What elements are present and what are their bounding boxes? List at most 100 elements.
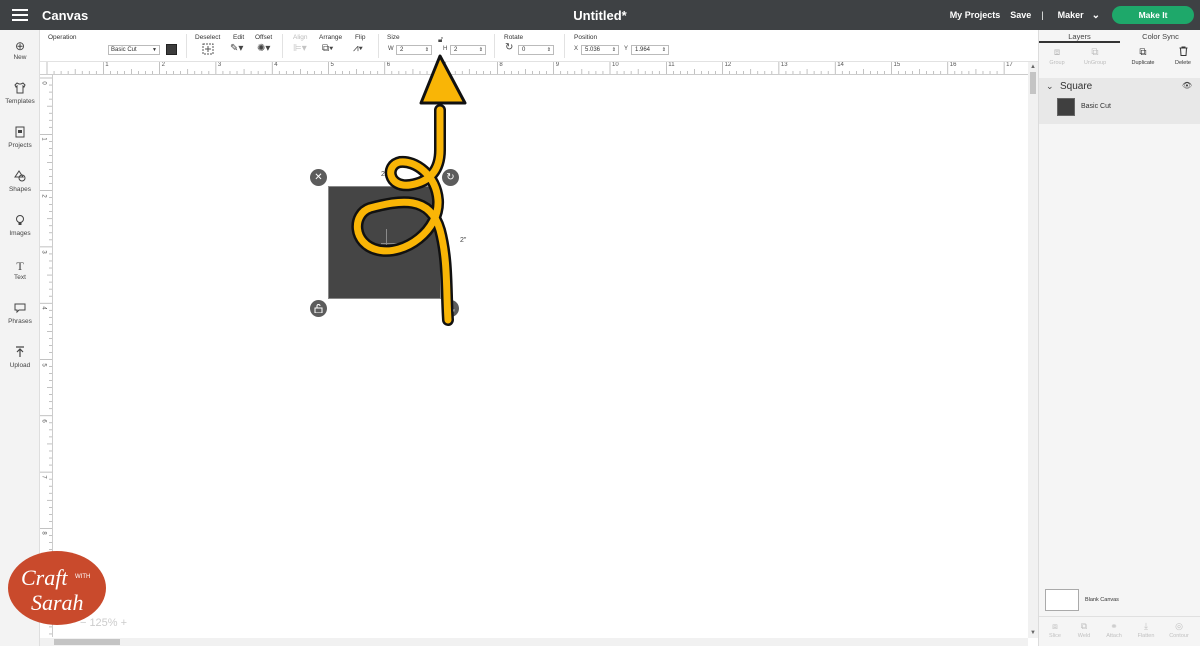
shape-width-label: 2" <box>381 171 388 178</box>
tab-layers[interactable]: Layers <box>1039 30 1120 43</box>
scroll-up-icon[interactable]: ▲ <box>1030 64 1036 70</box>
hamburger-menu-icon[interactable] <box>0 0 40 30</box>
weld-icon: ⧉ <box>1080 621 1088 631</box>
ruler-number: 13 <box>780 62 788 68</box>
divider: | <box>1041 10 1044 20</box>
edit-toolbar: Operation Basic Cut ▼ Deselect Edit ✎▾ O… <box>40 30 1038 62</box>
slice-button[interactable]: ⧈ Slice <box>1041 621 1069 639</box>
save-button[interactable]: Save <box>1010 10 1031 20</box>
weld-button[interactable]: ⧉ Weld <box>1070 621 1098 639</box>
eye-icon[interactable]: 👁︎ <box>1182 81 1192 90</box>
height-value: 2 <box>454 47 458 53</box>
width-input[interactable]: 2 ⇕ <box>396 45 432 55</box>
blank-canvas-row[interactable]: Blank Canvas <box>1039 586 1200 614</box>
ruler-number: 5 <box>40 362 47 367</box>
attach-button[interactable]: ⚭ Attach <box>1100 621 1128 639</box>
ruler-number: 16 <box>949 62 957 68</box>
vertical-scrollbar[interactable]: ▲ ▼ <box>1028 62 1038 638</box>
rotate-handle-icon[interactable]: ↻ <box>442 169 459 186</box>
operation-select[interactable]: Basic Cut ▼ <box>108 45 160 55</box>
operation-value: Basic Cut <box>111 47 137 53</box>
tool-label: Shapes <box>8 186 32 193</box>
bottom-action-label: Attach <box>1106 633 1122 639</box>
operation-label: Operation <box>48 34 77 41</box>
ruler-number: 0 <box>40 81 47 85</box>
machine-selector[interactable]: Maker ⌄ <box>1058 10 1100 21</box>
delete-handle-icon[interactable]: ✕ <box>310 169 327 186</box>
duplicate-button[interactable]: ⧉ Duplicate <box>1127 46 1159 66</box>
ruler-number: 6 <box>40 419 47 423</box>
scroll-thumb[interactable] <box>54 639 120 645</box>
cricut-design-space-app: Canvas Untitled* My Projects Save | Make… <box>0 0 1200 646</box>
duplicate-icon: ⧉ <box>1139 47 1147 58</box>
align-icon[interactable]: ⊫▾ <box>293 43 307 54</box>
contour-button[interactable]: ◎ Contour <box>1165 621 1193 639</box>
action-label: UnGroup <box>1083 60 1107 66</box>
x-position-input[interactable]: 5.036 ⇕ <box>581 45 619 55</box>
horizontal-scrollbar[interactable] <box>40 638 1028 646</box>
tool-projects[interactable]: Projects <box>0 126 40 149</box>
slice-icon: ⧈ <box>1052 621 1058 631</box>
scroll-down-icon[interactable]: ▼ <box>1030 630 1036 636</box>
tool-upload[interactable]: Upload <box>0 346 40 369</box>
square-shape[interactable] <box>328 186 441 299</box>
color-swatch[interactable] <box>166 44 177 55</box>
machine-name: Maker <box>1057 10 1084 20</box>
tool-templates[interactable]: Templates <box>0 82 40 105</box>
ruler-number: 9 <box>555 62 560 68</box>
height-prefix: H <box>443 46 448 52</box>
tool-text[interactable]: T Text <box>0 258 40 281</box>
unlock-handle-icon[interactable] <box>310 300 327 317</box>
rotate-input[interactable]: 0 ⇕ <box>518 45 554 55</box>
bottom-action-label: Flatten <box>1137 633 1155 639</box>
make-it-button[interactable]: Make It <box>1112 6 1194 24</box>
my-projects-link[interactable]: My Projects <box>950 10 1001 20</box>
ruler-number: 7 <box>40 475 47 479</box>
layer-group-square[interactable]: ⌄ Square 👁︎ Basic Cut <box>1039 78 1200 124</box>
design-canvas[interactable] <box>54 76 1028 636</box>
deselect-label: Deselect <box>195 34 221 41</box>
layer-item-label: Basic Cut <box>1081 103 1111 110</box>
caret-down-icon: ▼ <box>152 47 157 53</box>
resize-handle-icon[interactable]: ⤡ <box>442 300 459 317</box>
app-title: Canvas <box>42 7 89 23</box>
layer-item[interactable]: Basic Cut <box>1039 96 1200 118</box>
align-label: Align <box>293 34 308 41</box>
rotate-value: 0 <box>522 47 526 53</box>
tool-new[interactable]: ⊕ New <box>0 38 40 61</box>
arrange-icon[interactable]: ⧉▾ <box>322 43 333 54</box>
tab-color-sync[interactable]: Color Sync <box>1120 30 1200 43</box>
flip-icon[interactable]: ⩘▾ <box>353 43 363 54</box>
stepper-icon: ⇕ <box>661 47 666 53</box>
flatten-button[interactable]: ⤓ Flatten <box>1132 621 1160 639</box>
ungroup-button[interactable]: ⧉ UnGroup <box>1079 46 1111 66</box>
offset-icon[interactable]: ✺▾ <box>257 43 270 54</box>
height-input[interactable]: 2 ⇕ <box>450 45 486 55</box>
tool-phrases[interactable]: Phrases <box>0 302 40 325</box>
tool-label: Images <box>9 230 31 237</box>
group-button[interactable]: ⧈ Group <box>1041 46 1073 66</box>
scroll-thumb[interactable] <box>1030 72 1036 94</box>
tool-shapes[interactable]: Shapes <box>0 170 40 193</box>
ruler-number: 1 <box>40 137 47 141</box>
deselect-icon[interactable] <box>202 43 214 58</box>
logo-text-sarah: Sarah <box>31 590 84 615</box>
chevron-down-icon[interactable]: ⌄ <box>1046 81 1054 92</box>
ruler-number: 17 <box>1006 62 1013 68</box>
x-prefix: X <box>574 46 579 52</box>
tool-label: Upload <box>9 362 31 369</box>
x-value: 5.036 <box>585 47 601 53</box>
plus-circle-icon: ⊕ <box>14 39 26 53</box>
lightbulb-icon <box>0 214 40 230</box>
y-position-input[interactable]: 1.964 ⇕ <box>631 45 669 55</box>
lock-icon[interactable]: 🔓︎ <box>438 35 443 45</box>
zoom-in-button[interactable]: + <box>121 617 127 629</box>
ungroup-icon: ⧉ <box>1091 47 1099 58</box>
action-label: Duplicate <box>1131 60 1155 66</box>
tool-images[interactable]: Images <box>0 214 40 237</box>
bottom-action-label: Contour <box>1169 633 1189 639</box>
logo-text-with: WITH <box>75 574 90 580</box>
ruler-number: 4 <box>40 306 47 310</box>
pen-edit-icon[interactable]: ✎▾ <box>230 43 243 54</box>
delete-button[interactable]: Delete <box>1167 46 1199 66</box>
